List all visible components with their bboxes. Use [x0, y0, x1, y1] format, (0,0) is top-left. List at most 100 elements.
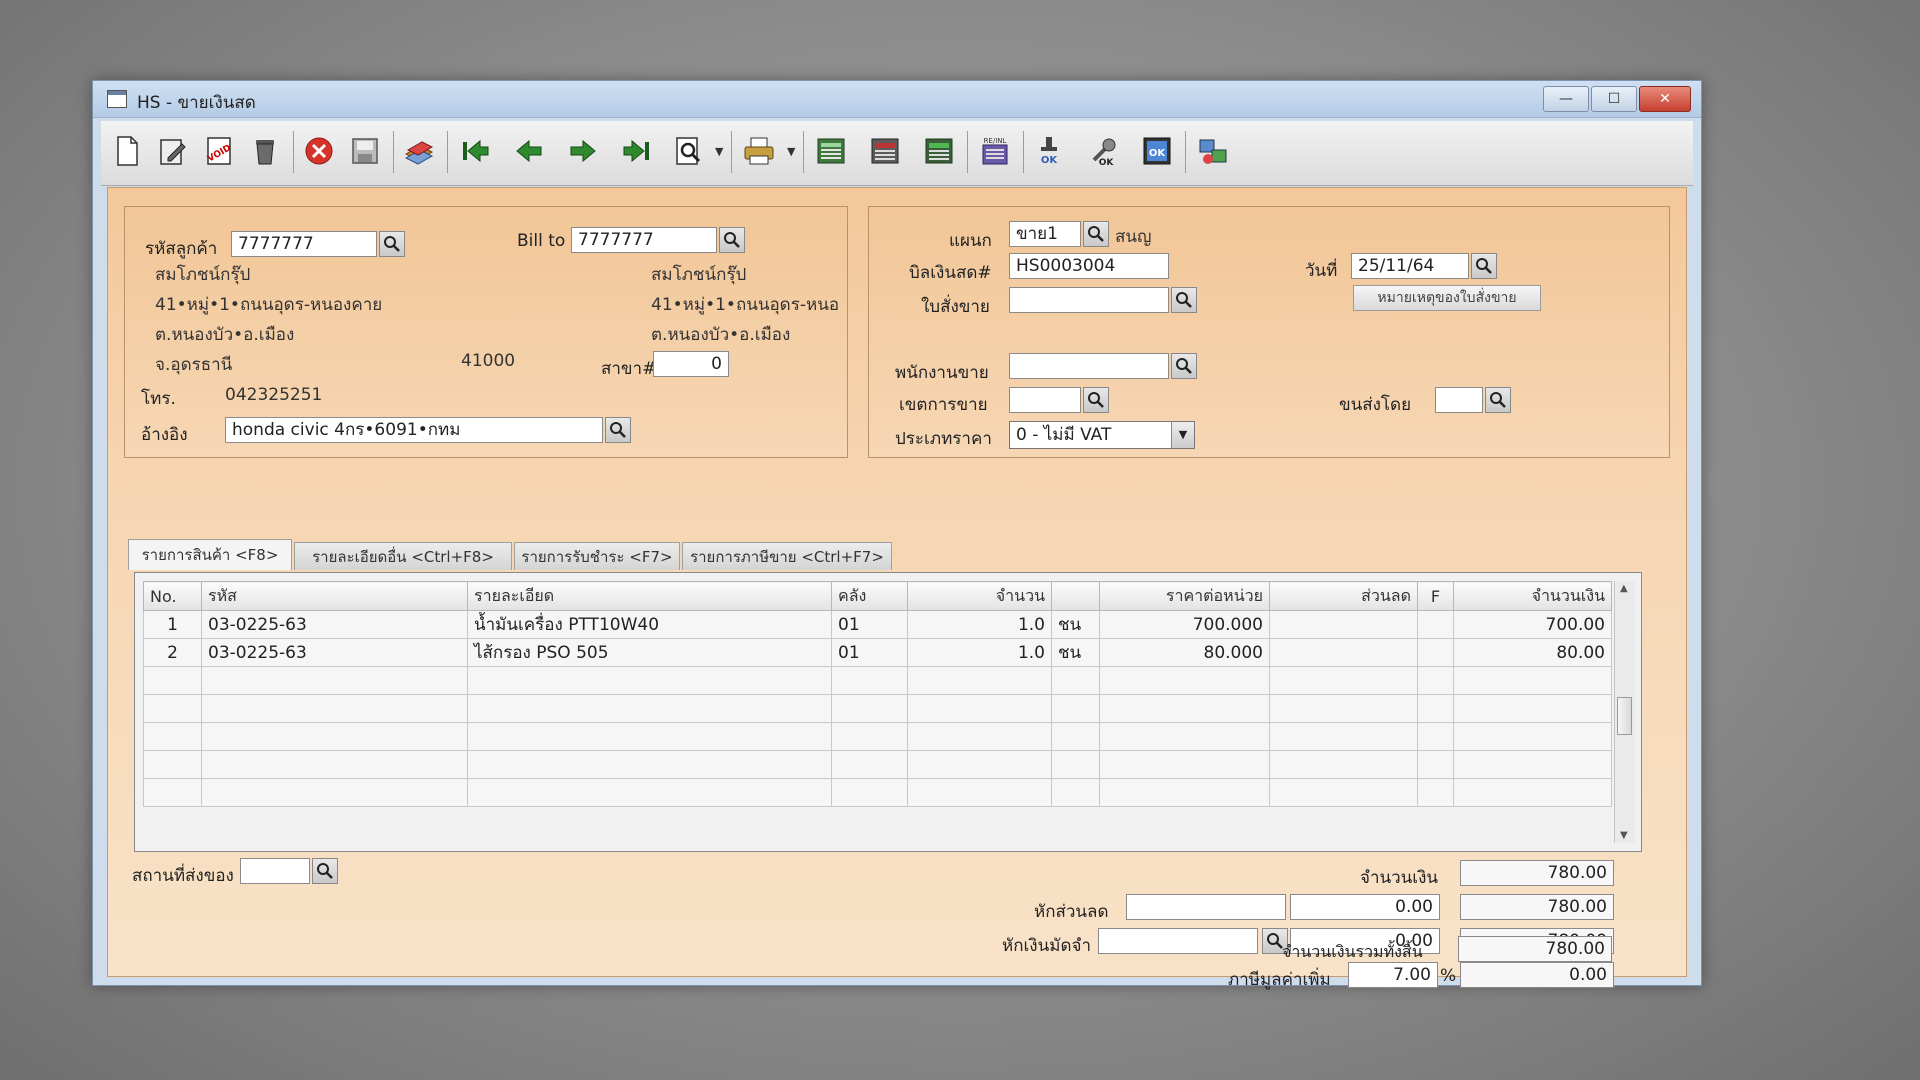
column-flag[interactable]: F [1417, 581, 1454, 611]
cell-f[interactable] [1417, 610, 1454, 639]
cell-disc[interactable] [1269, 638, 1418, 667]
cell-amount[interactable] [1453, 694, 1612, 723]
ship-place-input[interactable] [240, 858, 310, 884]
department-search-icon[interactable] [1083, 221, 1109, 247]
stamp-ok-icon[interactable]: OK [1031, 133, 1067, 169]
cell-desc[interactable] [467, 778, 832, 807]
cell-qty[interactable] [907, 750, 1052, 779]
minimize-button[interactable]: — [1543, 86, 1589, 112]
cell-price[interactable] [1099, 778, 1270, 807]
bill-number-input[interactable]: HS0003004 [1009, 253, 1169, 279]
price-type-select[interactable]: 0 - ไม่มี VAT ▼ [1009, 421, 1195, 449]
empty-row[interactable] [143, 750, 1612, 779]
cell-f[interactable] [1417, 722, 1454, 751]
branch-input[interactable]: 0 [653, 351, 729, 377]
ship-place-search-icon[interactable] [312, 858, 338, 884]
cell-amount[interactable] [1453, 666, 1612, 695]
cell-amount[interactable] [1453, 778, 1612, 807]
column-unit-price[interactable]: ราคาต่อหน่วย [1099, 581, 1270, 611]
cell-amount[interactable] [1453, 722, 1612, 751]
salesman-search-icon[interactable] [1171, 353, 1197, 379]
first-record-icon[interactable] [457, 133, 493, 169]
date-picker-icon[interactable] [1471, 253, 1497, 279]
vat-rate-input[interactable]: 7.00 [1348, 962, 1438, 988]
ship-by-search-icon[interactable] [1485, 387, 1511, 413]
cell-f[interactable] [1417, 750, 1454, 779]
column-description[interactable]: รายละเอียด [467, 581, 832, 611]
cell-disc[interactable] [1269, 610, 1418, 639]
new-document-icon[interactable] [109, 133, 145, 169]
last-record-icon[interactable] [619, 133, 655, 169]
ok-icon[interactable]: OK [1139, 133, 1175, 169]
empty-row[interactable] [143, 666, 1612, 695]
cell-code[interactable] [201, 722, 468, 751]
column-code[interactable]: รหัส [201, 581, 468, 611]
cell-qty[interactable] [907, 666, 1052, 695]
cell-disc[interactable] [1269, 694, 1418, 723]
maximize-button[interactable]: ☐ [1591, 86, 1637, 112]
discount-value[interactable]: 0.00 [1290, 894, 1440, 920]
cell-desc[interactable] [467, 750, 832, 779]
search-dropdown-icon[interactable]: ▼ [715, 145, 723, 158]
column-no[interactable]: No. [143, 581, 202, 611]
printer-dropdown-icon[interactable]: ▼ [787, 145, 795, 158]
tab-items[interactable]: รายการสินค้า <F8> [128, 539, 292, 570]
scroll-down-icon[interactable]: ▼ [1620, 830, 1628, 841]
tab-sales-tax[interactable]: รายการภาษีขาย <Ctrl+F7> [682, 542, 892, 570]
column-warehouse[interactable]: คลัง [831, 581, 908, 611]
report-4-icon[interactable]: RE/INL [977, 133, 1013, 169]
bill-to-search-icon[interactable] [719, 227, 745, 253]
customer-search-icon[interactable] [379, 231, 405, 257]
sales-order-input[interactable] [1009, 287, 1169, 313]
cell-unit[interactable] [1051, 778, 1100, 807]
chevron-down-icon[interactable]: ▼ [1171, 422, 1194, 448]
cell-desc[interactable]: น้ำมันเครื่อง PTT10W40 [467, 610, 832, 639]
report-1-icon[interactable] [813, 133, 849, 169]
cell-unit[interactable] [1051, 750, 1100, 779]
cell-no[interactable] [143, 694, 202, 723]
cancel-icon[interactable] [301, 133, 337, 169]
report-2-icon[interactable] [867, 133, 903, 169]
sales-area-search-icon[interactable] [1083, 387, 1109, 413]
network-icon[interactable] [1195, 133, 1231, 169]
cell-amount[interactable] [1453, 750, 1612, 779]
search-document-icon[interactable] [671, 133, 707, 169]
cell-code[interactable] [201, 666, 468, 695]
cell-qty[interactable] [907, 722, 1052, 751]
trash-icon[interactable] [247, 133, 283, 169]
cell-f[interactable] [1417, 638, 1454, 667]
report-3-icon[interactable] [921, 133, 957, 169]
cell-wh[interactable]: 01 [831, 610, 908, 639]
tab-other-details[interactable]: รายละเอียดอื่น <Ctrl+F8> [294, 542, 512, 570]
cell-code[interactable]: 03-0225-63 [201, 638, 468, 667]
cell-no[interactable] [143, 778, 202, 807]
cell-unit[interactable]: ชน [1051, 638, 1100, 667]
cell-price[interactable] [1099, 722, 1270, 751]
cell-wh[interactable] [831, 666, 908, 695]
ship-by-input[interactable] [1435, 387, 1483, 413]
cell-qty[interactable]: 1.0 [907, 638, 1052, 667]
cell-disc[interactable] [1269, 722, 1418, 751]
close-button[interactable]: ✕ [1639, 86, 1691, 112]
cell-wh[interactable]: 01 [831, 638, 908, 667]
cell-wh[interactable] [831, 722, 908, 751]
title-bar[interactable]: HS - ขายเงินสด — ☐ ✕ [93, 81, 1701, 118]
cell-desc[interactable] [467, 666, 832, 695]
cell-no[interactable]: 1 [143, 610, 202, 639]
reference-search-icon[interactable] [605, 417, 631, 443]
sales-order-note-button[interactable]: หมายเหตุของใบสั่งขาย [1353, 285, 1541, 311]
column-quantity[interactable]: จำนวน [907, 581, 1052, 611]
cell-amount[interactable]: 700.00 [1453, 610, 1612, 639]
cell-qty[interactable] [907, 694, 1052, 723]
cell-f[interactable] [1417, 694, 1454, 723]
cell-price[interactable] [1099, 750, 1270, 779]
cell-qty[interactable] [907, 778, 1052, 807]
cell-price[interactable]: 700.000 [1099, 610, 1270, 639]
customer-code-input[interactable]: 7777777 [231, 231, 377, 257]
tools-icon[interactable]: OK [1085, 133, 1121, 169]
empty-row[interactable] [143, 778, 1612, 807]
column-amount[interactable]: จำนวนเงิน [1453, 581, 1612, 611]
previous-record-icon[interactable] [511, 133, 547, 169]
cell-no[interactable] [143, 666, 202, 695]
cell-code[interactable]: 03-0225-63 [201, 610, 468, 639]
